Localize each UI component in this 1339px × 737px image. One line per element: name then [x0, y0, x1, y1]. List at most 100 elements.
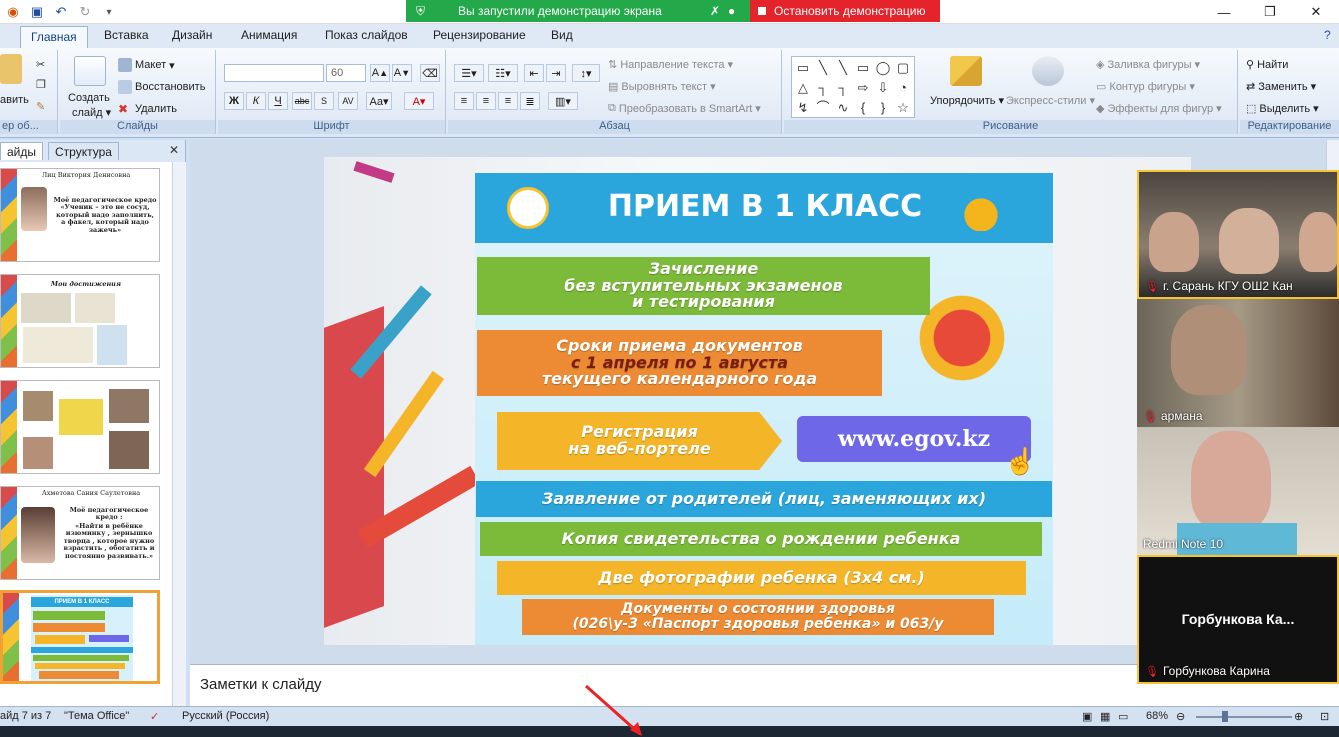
close-panel-icon[interactable]: ✕ [169, 143, 179, 157]
stop-share-button[interactable]: Остановить демонстрацию [750, 0, 940, 22]
video-tile-2[interactable]: 🎙 армана [1137, 299, 1339, 427]
help-icon[interactable]: ? [1324, 28, 1331, 42]
arrange-button[interactable]: Упорядочить ▾ [930, 94, 1004, 108]
rounded-rect-shape-icon[interactable]: ▢ [894, 59, 912, 77]
align-text-button[interactable]: ▤ Выровнять текст ▾ [608, 80, 716, 94]
underline-icon[interactable]: Ч [268, 92, 288, 110]
shapes-gallery[interactable]: ▭ ╲ ╲ ▭ ◯ ▢ △ ┐ ┐ ⇨ ⇩ ◔ ↯ ⌒ ∿ { } ☆ [791, 56, 915, 118]
tab-design[interactable]: Дизайн [172, 28, 212, 42]
layout-button[interactable]: Макет ▾ [118, 58, 175, 72]
callout-shape-icon[interactable]: ◔ [894, 79, 912, 97]
sorter-view-icon[interactable]: ▦ [1100, 710, 1110, 723]
zoom-in-icon[interactable]: ⊕ [1294, 710, 1303, 723]
tab-view[interactable]: Вид [551, 28, 573, 42]
increase-indent-icon[interactable]: ⇥ [546, 64, 566, 82]
zoom-level[interactable]: 68% [1146, 710, 1168, 722]
columns-icon[interactable]: ▥▾ [548, 92, 578, 110]
delete-slide-button[interactable]: ✖ Удалить [118, 102, 177, 116]
rect-shape-icon[interactable]: ▭ [854, 59, 872, 77]
numbering-icon[interactable]: ☷▾ [488, 64, 518, 82]
strike-icon[interactable]: abc [292, 92, 312, 110]
line2-shape-icon[interactable]: ╲ [834, 59, 852, 77]
down-arrow-shape-icon[interactable]: ⇩ [874, 79, 892, 97]
slide-thumbnail-6[interactable]: Ахметова Сания Саулетовна Моё педагогиче… [0, 486, 160, 580]
slide-thumbnail-5[interactable] [0, 380, 160, 474]
align-center-icon[interactable]: ≡ [476, 92, 496, 110]
star-shape-icon[interactable]: ☆ [894, 99, 912, 117]
save-icon[interactable]: ▣ [28, 3, 46, 21]
cut-icon[interactable]: ✂ [36, 58, 45, 71]
bold-icon[interactable]: Ж [224, 92, 244, 110]
fit-window-icon[interactable]: ⊡ [1320, 710, 1329, 723]
triangle-shape-icon[interactable]: △ [794, 79, 812, 97]
tab-slideshow[interactable]: Показ слайдов [325, 28, 408, 42]
brace-right-shape-icon[interactable]: } [874, 99, 892, 117]
select-button[interactable]: ⬚ Выделить ▾ [1246, 102, 1319, 116]
zoom-out-icon[interactable]: ⊖ [1176, 710, 1185, 723]
office-button[interactable]: ◉ [4, 3, 22, 21]
decrease-indent-icon[interactable]: ⇤ [524, 64, 544, 82]
clear-format-icon[interactable]: ⌫ [420, 64, 440, 82]
tab-animation[interactable]: Анимация [241, 28, 297, 42]
line-spacing-icon[interactable]: ↕▾ [572, 64, 600, 82]
mic-off-icon[interactable]: ✗ [710, 4, 720, 18]
font-name-combo[interactable] [224, 64, 324, 82]
paste-button[interactable]: авить [0, 94, 29, 106]
video-tile-3[interactable]: Redmi Note 10 [1137, 427, 1339, 555]
shape-fill-button[interactable]: ◈ Заливка фигуры ▾ [1096, 58, 1200, 72]
language-indicator[interactable]: Русский (Россия) [182, 710, 269, 722]
shape-effects-button[interactable]: ◆ Эффекты для фигур ▾ [1096, 102, 1222, 116]
slideshow-view-icon[interactable]: ▭ [1118, 710, 1128, 723]
replace-button[interactable]: ⇄ Заменить ▾ [1246, 80, 1316, 94]
tab-review[interactable]: Рецензирование [433, 28, 526, 42]
align-right-icon[interactable]: ≡ [498, 92, 518, 110]
italic-icon[interactable]: К [246, 92, 266, 110]
theme-name[interactable]: "Тема Office" [64, 710, 129, 722]
new-slide-icon[interactable] [74, 56, 106, 86]
new-slide-button[interactable]: Создать [68, 92, 110, 104]
spellcheck-icon[interactable]: ✓ [150, 710, 159, 723]
font-size-combo[interactable]: 60 [326, 64, 366, 82]
elbow-shape-icon[interactable]: ┐ [814, 79, 832, 97]
smartart-button[interactable]: ⧉ Преобразовать в SmartArt ▾ [608, 102, 761, 115]
justify-icon[interactable]: ≣ [520, 92, 540, 110]
font-color-icon[interactable]: A▾ [404, 92, 434, 110]
change-case-icon[interactable]: Aa▾ [366, 92, 392, 110]
slide-thumbnail-4[interactable]: Мои достижения [0, 274, 160, 368]
text-direction-button[interactable]: ⇅ Направление текста ▾ [608, 58, 733, 72]
arc-shape-icon[interactable]: ⌒ [814, 99, 832, 117]
curve-shape-icon[interactable]: ∿ [834, 99, 852, 117]
tab-insert[interactable]: Вставка [104, 28, 149, 42]
zoom-slider[interactable] [1196, 716, 1292, 718]
minimize-icon[interactable]: — [1201, 0, 1247, 24]
video-tile-4[interactable]: Горбункова Ка... 🎙 Горбункова Карина [1137, 555, 1339, 684]
quick-styles-icon[interactable] [1032, 56, 1064, 86]
find-button[interactable]: ⚲ Найти [1246, 58, 1288, 72]
paste-icon[interactable] [0, 54, 22, 84]
quick-styles-button[interactable]: Экспресс-стили ▾ [1006, 94, 1095, 108]
restore-icon[interactable]: ❐ [1247, 0, 1293, 24]
bullets-icon[interactable]: ☰▾ [454, 64, 484, 82]
tab-outline-panel[interactable]: Структура [48, 142, 119, 160]
brace-left-shape-icon[interactable]: { [854, 99, 872, 117]
right-arrow-shape-icon[interactable]: ⇨ [854, 79, 872, 97]
oval-shape-icon[interactable]: ◯ [874, 59, 892, 77]
undo-icon[interactable]: ↶ [52, 3, 70, 21]
spacing-icon[interactable]: AV [338, 92, 358, 110]
elbow2-shape-icon[interactable]: ┐ [834, 79, 852, 97]
redo-icon[interactable]: ↻ [76, 3, 94, 21]
shadow-icon[interactable]: S [314, 92, 334, 110]
shrink-font-icon[interactable]: A ▼ [392, 64, 412, 82]
normal-view-icon[interactable]: ▣ [1082, 710, 1092, 723]
grow-font-icon[interactable]: A ▲ [370, 64, 390, 82]
textbox-shape-icon[interactable]: ▭ [794, 59, 812, 77]
lightning-shape-icon[interactable]: ↯ [794, 99, 812, 117]
close-icon[interactable]: ✕ [1293, 0, 1339, 24]
align-left-icon[interactable]: ≡ [454, 92, 474, 110]
shape-outline-button[interactable]: ▭ Контур фигуры ▾ [1096, 80, 1195, 94]
tab-home[interactable]: Главная [20, 26, 88, 48]
reset-button[interactable]: Восстановить [118, 80, 205, 94]
line-shape-icon[interactable]: ╲ [814, 59, 832, 77]
new-slide-dropdown[interactable]: слайд ▾ [72, 106, 111, 120]
copy-icon[interactable]: ❐ [36, 78, 46, 91]
